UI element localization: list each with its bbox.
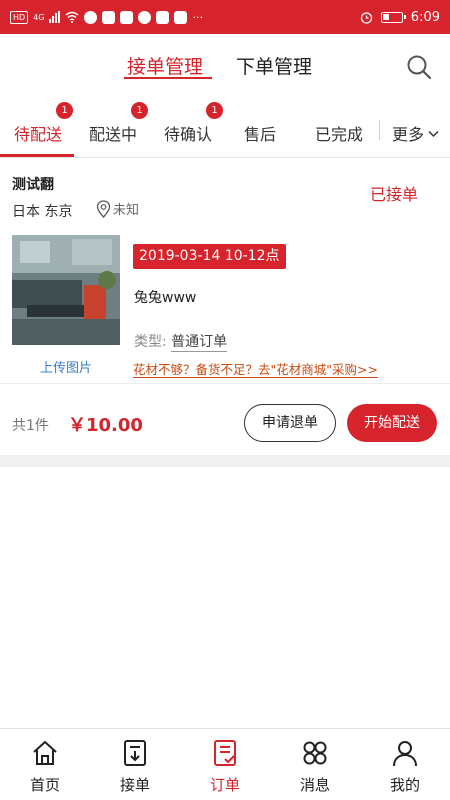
product-photo-image [12, 235, 120, 345]
tab-place-orders[interactable]: 下单管理 [236, 52, 312, 79]
delivery-address: 日本 东京 [12, 204, 73, 220]
message-icon [303, 741, 327, 765]
section-spacer [0, 455, 450, 467]
product-name: 兔兔www [134, 290, 197, 306]
tabbar-label-orders: 订单 [209, 776, 240, 794]
location-text: 未知 [113, 203, 140, 218]
badge-delivering: 1 [131, 102, 148, 119]
tab-after-sales[interactable]: 售后 [244, 121, 276, 145]
bottom-tab-bar: 首页 接单 订单 消息 我的 [0, 728, 450, 800]
tab-separator [379, 120, 380, 140]
tabbar-item-orders[interactable]: 订单 [180, 729, 270, 800]
start-delivery-button[interactable]: 开始配送 [347, 404, 437, 442]
tabbar-item-profile[interactable]: 我的 [360, 729, 450, 800]
status-bar: HD 4G ··· 6:09 [0, 0, 450, 34]
card-divider [0, 383, 450, 384]
more-notifications-icon: ··· [192, 10, 203, 24]
tabbar-item-receive[interactable]: 接单 [90, 729, 180, 800]
search-icon[interactable] [406, 54, 432, 80]
clock: 6:09 [410, 9, 440, 25]
location: 未知 [96, 199, 139, 218]
badge-pending-delivery: 1 [56, 102, 73, 119]
status-bar-left: HD 4G ··· [10, 10, 203, 24]
tabbar-item-messages[interactable]: 消息 [270, 729, 360, 800]
location-pin-icon [96, 199, 111, 218]
tabbar-label-messages: 消息 [299, 776, 330, 794]
tab-pending-delivery[interactable]: 待配送 [14, 121, 62, 145]
notification-app-icon [174, 10, 188, 24]
notification-app-icon [102, 10, 116, 24]
tab-completed[interactable]: 已完成 [315, 121, 363, 145]
notification-app-icon [138, 10, 152, 24]
receive-order-icon [124, 740, 146, 766]
tab-delivering[interactable]: 配送中 [89, 121, 137, 145]
more-tabs-button[interactable]: 更多 [392, 121, 440, 145]
more-tabs-label: 更多 [392, 125, 425, 144]
tab-active-indicator [0, 154, 74, 157]
profile-icon [393, 741, 417, 767]
upload-image-link[interactable]: 上传图片 [12, 357, 120, 376]
notification-app-icon [84, 10, 98, 24]
order-list-icon [214, 740, 236, 766]
network-type: 4G [33, 12, 45, 22]
supply-mall-link[interactable]: 花材不够？备货不足？去"花材商城"采购>> [133, 362, 378, 378]
status-bar-right: 6:09 [360, 10, 440, 25]
signal-icon [49, 11, 61, 23]
request-refund-button[interactable]: 申请退单 [244, 404, 336, 442]
order-type: 类型: 普通订单 [134, 331, 228, 352]
battery-icon [380, 11, 406, 23]
tabbar-label-profile: 我的 [389, 776, 420, 794]
order-card: 测试翻 已接单 日本 东京 未知 上传图片 2019-03-14 10-12点 … [0, 159, 450, 455]
customer-name: 测试翻 [12, 177, 54, 193]
order-status-tabs: 待配送 1 配送中 1 待确认 1 售后 已完成 更多 [0, 100, 450, 158]
order-total: ￥10.00 [68, 415, 143, 436]
hd-indicator: HD [10, 10, 29, 24]
tab-active-underline [124, 77, 212, 79]
chevron-down-icon [428, 130, 439, 137]
wifi-icon [66, 11, 79, 23]
tabbar-item-home[interactable]: 首页 [0, 729, 90, 800]
notification-app-icon [120, 10, 134, 24]
tab-receive-orders[interactable]: 接单管理 [127, 52, 203, 79]
order-type-label: 类型: [134, 334, 167, 350]
product-photo[interactable] [12, 235, 120, 345]
tabbar-label-receive: 接单 [119, 776, 150, 794]
home-icon [33, 741, 57, 765]
delivery-time-tag: 2019-03-14 10-12点 [133, 244, 286, 269]
order-status: 已接单 [369, 185, 418, 204]
order-type-value: 普通订单 [171, 334, 228, 352]
tab-awaiting-confirmation[interactable]: 待确认 [164, 121, 212, 145]
notification-app-icon [156, 10, 170, 24]
alarm-icon [360, 11, 372, 24]
tabbar-label-home: 首页 [29, 776, 60, 794]
item-count: 共1件 [12, 418, 49, 434]
header: 接单管理 下单管理 [0, 34, 450, 100]
badge-awaiting-confirmation: 1 [206, 102, 223, 119]
